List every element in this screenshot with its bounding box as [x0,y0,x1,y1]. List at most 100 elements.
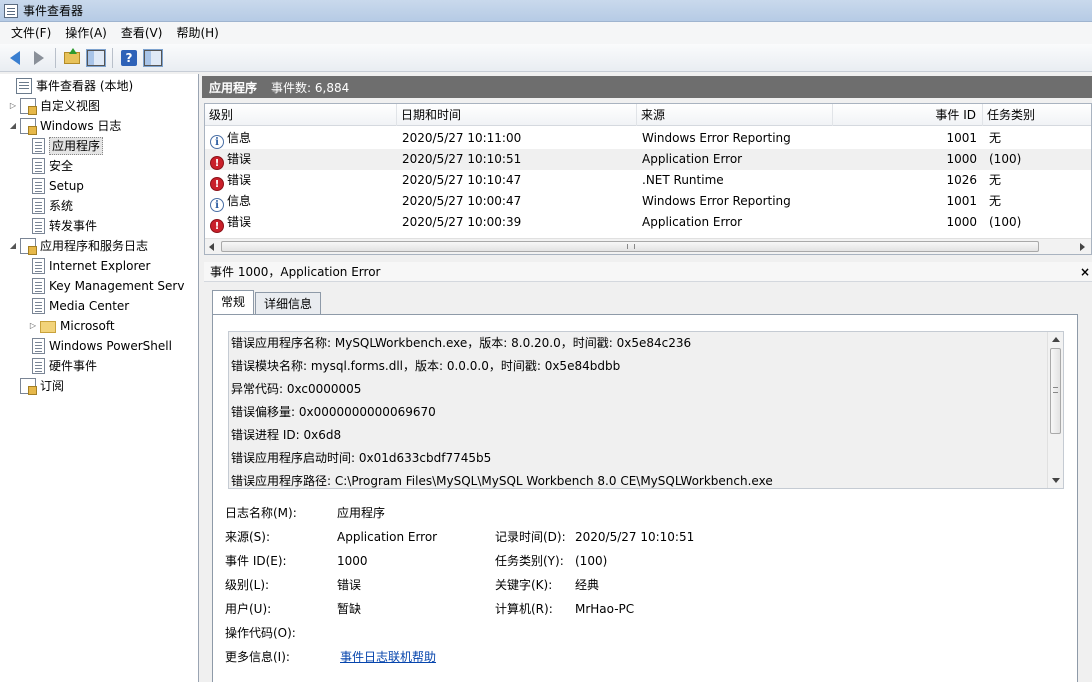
help-icon: ? [121,49,137,66]
error-icon: ! [210,219,224,233]
description-line: 错误模块名称: mysql.forms.dll，版本: 0.0.0.0，时间戳:… [231,359,621,373]
menu-action[interactable]: 操作(A) [58,22,114,44]
expand-arrow-icon[interactable]: ▷ [8,96,18,116]
keywords-value: 经典 [575,578,600,592]
event-row[interactable]: i 信息 2020/5/27 10:00:47 Windows Error Rep… [205,191,1091,212]
tree-item-app-service-logs[interactable]: ◢ 应用程序和服务日志 [8,236,148,256]
collapse-arrow-icon[interactable]: ◢ [8,116,18,136]
error-icon: ! [210,177,224,191]
logged-label: 记录时间(D): [495,530,566,544]
log-name-label: 日志名称(M): [225,506,297,520]
toolbar-separator [112,47,113,68]
expand-arrow-icon[interactable]: ▷ [28,316,38,336]
tree-item-media-center[interactable]: Media Center [32,296,129,316]
tree-label: 应用程序 [49,137,104,155]
event-datetime: 2020/5/27 10:00:47 [402,194,522,208]
show-action-pane-button[interactable] [142,47,164,69]
event-source: Application Error [642,215,743,229]
event-source: Application Error [642,152,743,166]
scroll-up-icon[interactable] [1052,337,1060,342]
back-arrow-icon [10,50,20,65]
tree-item-forwarded-events[interactable]: 转发事件 [32,216,97,236]
description-line: 异常代码: 0xc0000005 [231,382,362,396]
menu-file[interactable]: 文件(F) [4,22,58,44]
tree-label: Key Management Serv [49,279,185,293]
tree-item-application[interactable]: 应用程序 [32,136,104,156]
tree-label: Setup [49,179,84,193]
event-datetime: 2020/5/27 10:00:39 [402,215,522,229]
event-viewer-icon [16,78,32,94]
online-help-link[interactable]: 事件日志联机帮助 [340,647,436,667]
log-icon [32,358,45,374]
column-source[interactable]: 来源 [637,104,833,126]
tab-general[interactable]: 常规 [212,290,255,315]
event-list: 级别 日期和时间 来源 事件 ID 任务类别 i 信息 2020/5/27 10:… [204,103,1092,255]
navigation-tree: 事件查看器 (本地) ▷ 自定义视图 ◢ Windows 日志 应用程序 安全 … [0,74,199,682]
close-icon[interactable]: × [1080,262,1090,282]
column-level[interactable]: 级别 [205,104,397,126]
tree-item-key-management[interactable]: Key Management Serv [32,276,184,296]
log-icon [32,218,45,234]
scroll-down-icon[interactable] [1052,478,1060,483]
forward-button[interactable] [28,47,50,69]
subscriptions-icon [20,378,37,395]
tree-label: 转发事件 [49,219,98,233]
help-button[interactable]: ? [118,47,140,69]
show-hide-tree-button[interactable] [85,47,107,69]
list-horizontal-scrollbar[interactable] [205,238,1091,254]
menu-view[interactable]: 查看(V) [114,22,170,44]
column-event-id[interactable]: 事件 ID [833,104,983,126]
collapse-arrow-icon[interactable]: ◢ [8,236,18,256]
event-id: 1001 [946,194,977,208]
source-value: Application Error [337,530,438,544]
event-id: 1026 [946,173,977,187]
tree-item-root[interactable]: 事件查看器 (本地) [4,76,133,96]
up-level-button[interactable] [61,47,83,69]
event-row[interactable]: ! 错误 2020/5/27 10:00:39 Application Error… [205,212,1091,233]
log-name-value: 应用程序 [337,506,386,520]
scroll-thumb[interactable] [221,241,1039,252]
event-row[interactable]: ! 错误 2020/5/27 10:10:47 .NET Runtime 1026… [205,170,1091,191]
forward-arrow-icon [34,50,44,65]
event-datetime: 2020/5/27 10:11:00 [402,131,522,145]
tab-details[interactable]: 详细信息 [255,292,322,314]
toolbar-separator [55,47,56,68]
event-row[interactable]: i 信息 2020/5/27 10:11:00 Windows Error Rep… [205,128,1091,149]
menu-help[interactable]: 帮助(H) [169,22,225,44]
event-task: 无 [989,131,1002,145]
tree-item-hardware-events[interactable]: 硬件事件 [32,356,97,376]
tree-item-windows-logs[interactable]: ◢ Windows 日志 [8,116,121,136]
tree-item-security[interactable]: 安全 [32,156,73,176]
tree-item-windows-powershell[interactable]: Windows PowerShell [32,336,172,356]
custom-views-icon [20,98,37,115]
tree-item-subscriptions[interactable]: 订阅 [20,376,64,396]
event-datetime: 2020/5/27 10:10:51 [402,152,522,166]
description-vertical-scrollbar[interactable] [1047,332,1063,488]
description-line: 错误应用程序路径: C:\Program Files\MySQL\MySQL W… [231,474,773,488]
keywords-label: 关键字(K): [495,578,553,592]
tree-item-microsoft[interactable]: ▷ Microsoft [28,316,115,336]
event-task: (100) [989,152,1022,166]
tree-label: Windows 日志 [40,119,122,133]
event-row[interactable]: ! 错误 2020/5/27 10:10:51 Application Error… [205,149,1091,170]
scroll-left-icon[interactable] [209,243,214,251]
column-task-category[interactable]: 任务类别 [983,104,1091,126]
title-bar: 事件查看器 [0,0,1092,22]
action-pane-icon [143,48,163,67]
column-datetime[interactable]: 日期和时间 [397,104,637,126]
event-id: 1001 [946,131,977,145]
level-label: 级别(L): [225,578,270,592]
event-count: 事件数: 6,884 [271,80,350,95]
tree-item-internet-explorer[interactable]: Internet Explorer [32,256,150,276]
tree-label: 应用程序和服务日志 [40,239,149,253]
event-description-box[interactable]: 错误应用程序名称: MySQLWorkbench.exe，版本: 8.0.20.… [228,331,1064,489]
description-line: 错误偏移量: 0x0000000000069670 [231,405,436,419]
windows-logs-icon [20,118,37,135]
scroll-thumb[interactable] [1050,348,1061,434]
back-button[interactable] [4,47,26,69]
scroll-right-icon[interactable] [1080,243,1085,251]
tree-item-setup[interactable]: Setup [32,176,84,196]
tree-item-custom-views[interactable]: ▷ 自定义视图 [8,96,100,116]
event-task: (100) [989,215,1022,229]
tree-item-system[interactable]: 系统 [32,196,73,216]
